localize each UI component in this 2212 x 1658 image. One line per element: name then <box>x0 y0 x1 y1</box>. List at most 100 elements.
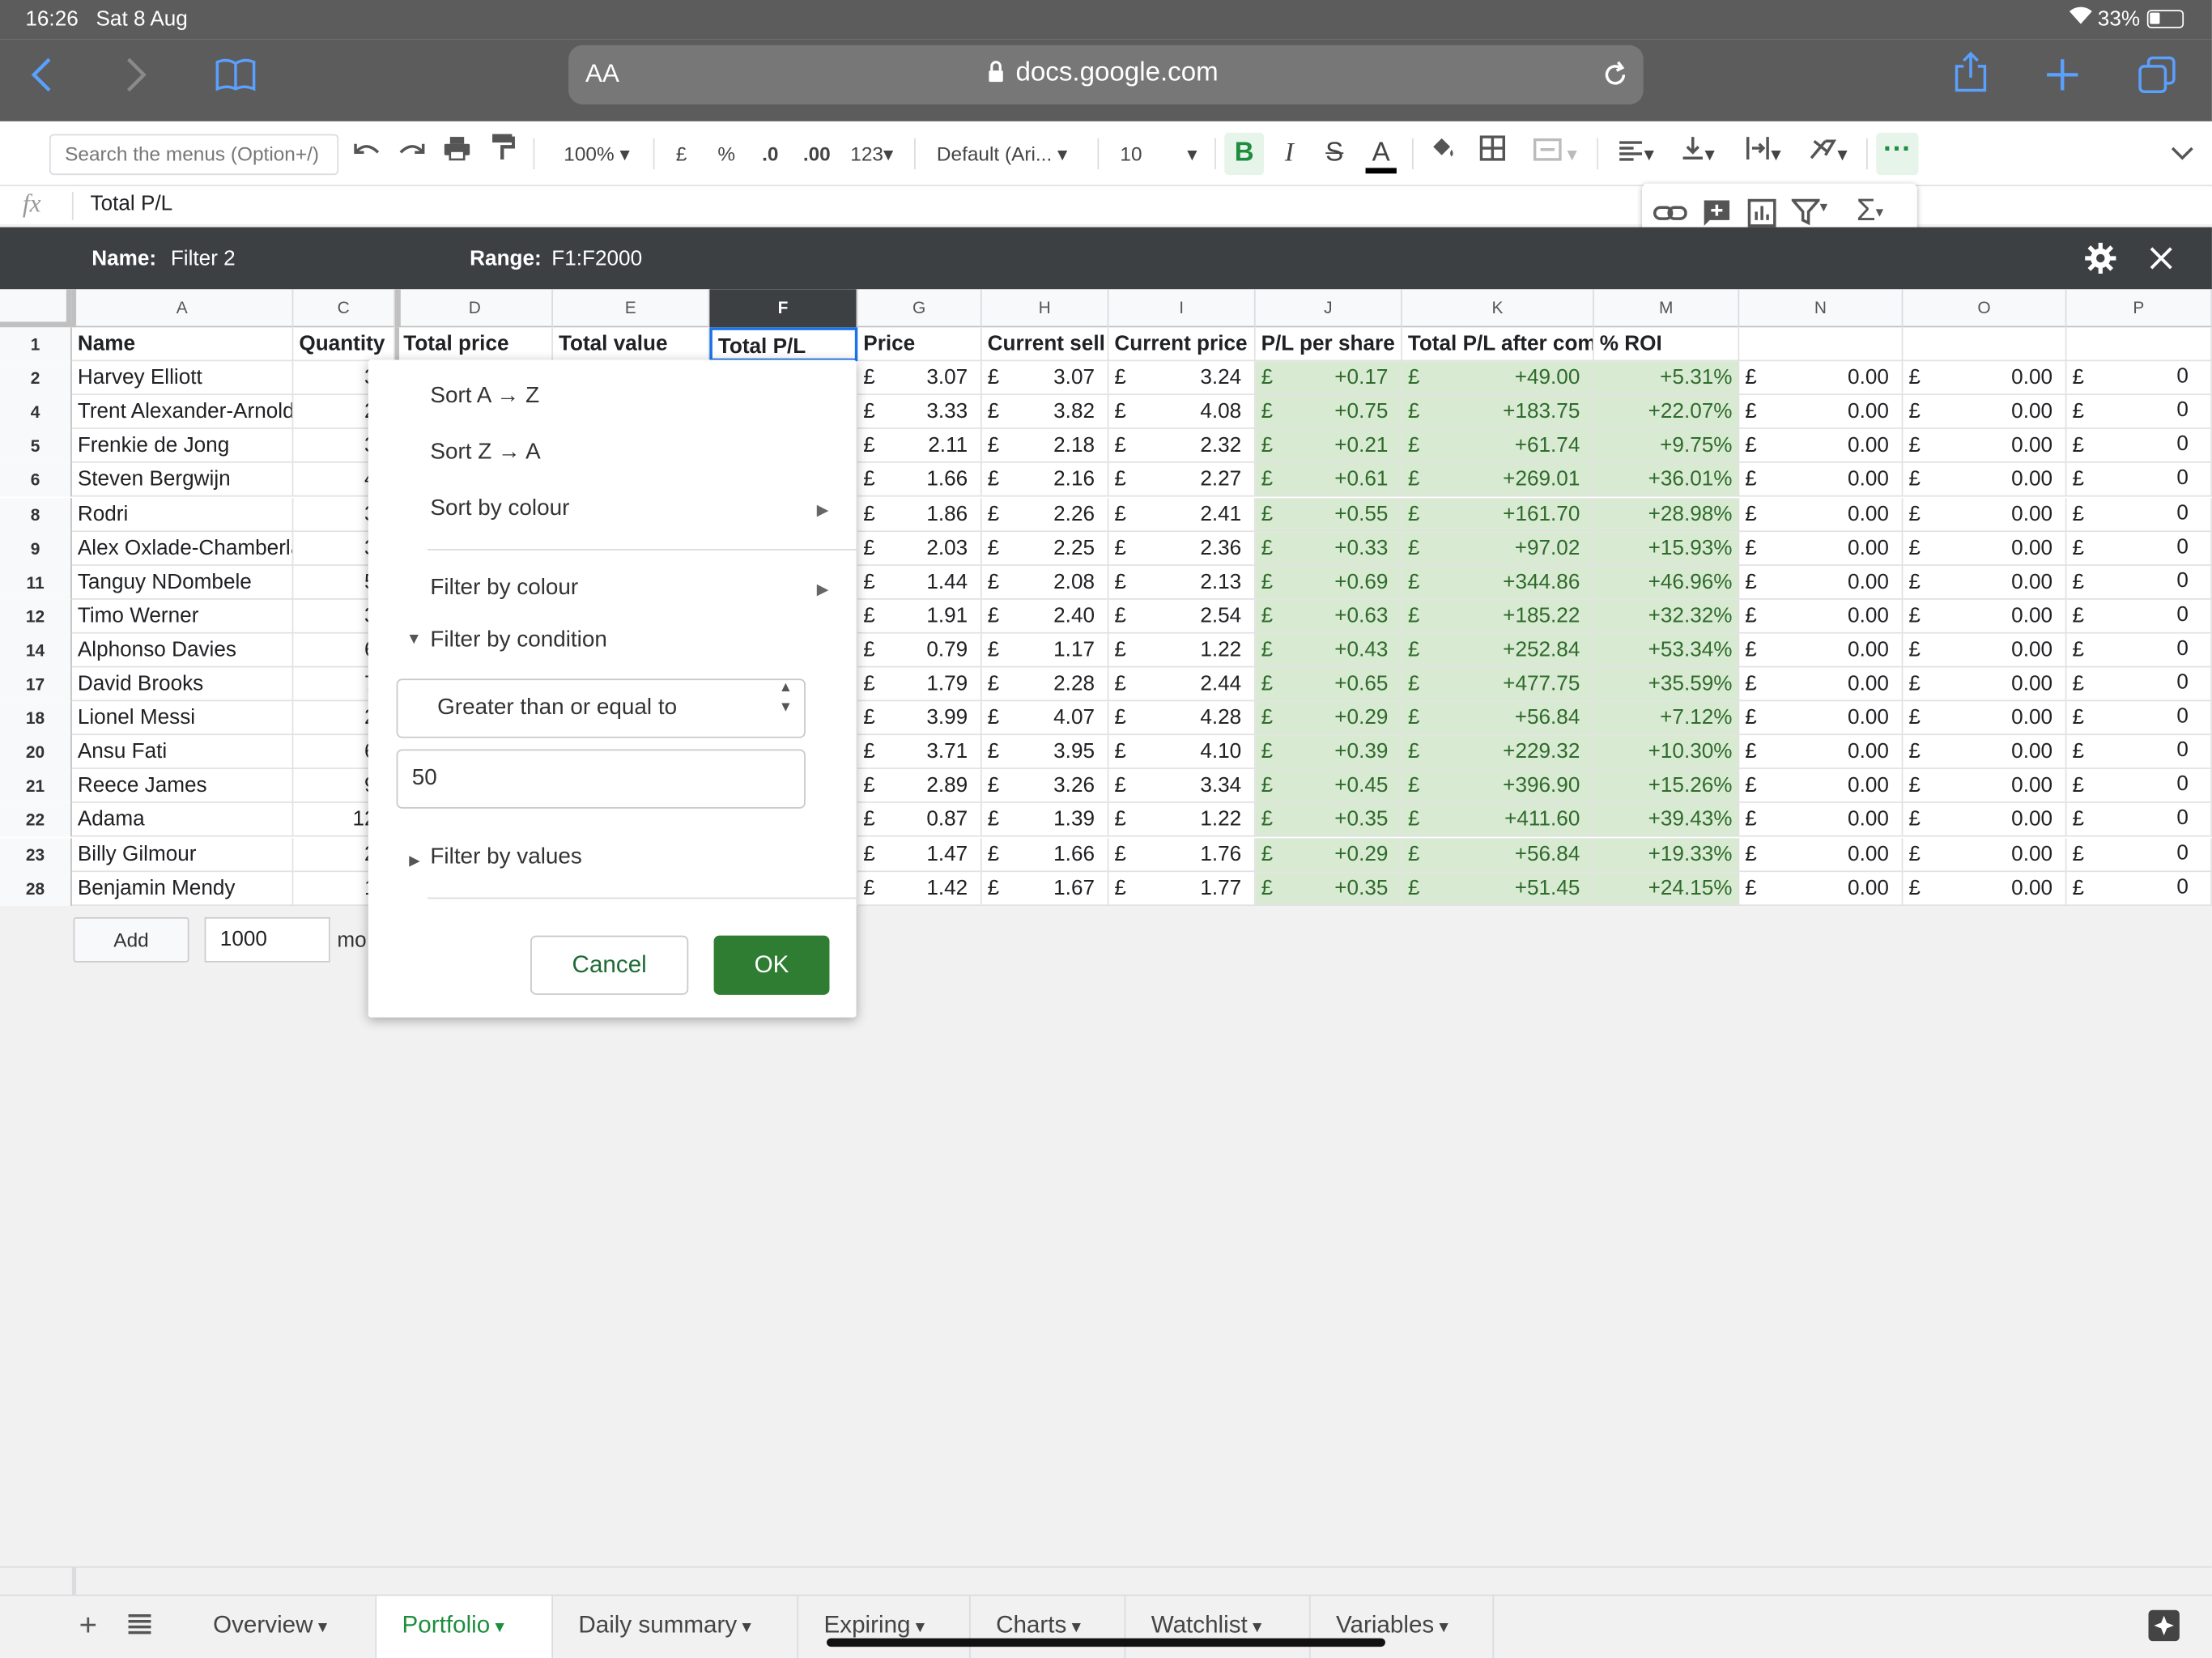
cell-current-price[interactable]: £2.27 <box>1108 462 1256 497</box>
header-cell-roi[interactable]: % ROI <box>1593 327 1740 362</box>
italic-button[interactable]: I <box>1273 121 1307 186</box>
cell-col-o[interactable]: £0.00 <box>1903 565 2067 600</box>
header-cell-total-value[interactable]: Total value <box>552 327 710 362</box>
chevron-down-icon[interactable]: ▾ <box>911 1616 925 1637</box>
cell-price[interactable]: £2.89 <box>857 768 982 803</box>
cell-col-o[interactable]: £0.00 <box>1903 701 2067 736</box>
cell-total-pl-after[interactable]: £ +183.75 <box>1402 395 1594 429</box>
header-cell-o[interactable] <box>1903 327 2067 362</box>
column-header-g[interactable]: G <box>857 289 982 328</box>
cell-pl-per-share[interactable]: £ +0.65 <box>1255 667 1402 702</box>
cell-current-sell[interactable]: £1.66 <box>981 838 1109 873</box>
row-header[interactable]: 9 <box>0 532 72 566</box>
cell-col-n[interactable]: £0.00 <box>1739 633 1904 668</box>
filter-by-values-toggle[interactable]: Filter by values <box>430 841 581 875</box>
collapse-toolbar-icon[interactable] <box>2165 121 2199 186</box>
cell-pl-per-share[interactable]: £ +0.39 <box>1255 735 1402 769</box>
cell-total-pl-after[interactable]: £ +51.45 <box>1402 872 1594 907</box>
filter-by-condition-toggle[interactable]: Filter by condition <box>430 623 606 657</box>
column-header-n[interactable]: N <box>1739 289 1904 328</box>
cell-current-price[interactable]: £1.77 <box>1108 872 1256 907</box>
filter-name-input[interactable]: Filter 2 <box>171 244 236 274</box>
cell-current-sell[interactable]: £3.95 <box>981 735 1109 769</box>
cell-roi[interactable]: +15.93% <box>1593 532 1740 566</box>
cell-player-name[interactable]: Rodri <box>71 498 294 533</box>
column-header-p[interactable]: P <box>2066 289 2212 328</box>
cell-current-sell[interactable]: £2.40 <box>981 599 1109 634</box>
cell-total-pl-after[interactable]: £ +411.60 <box>1402 802 1594 837</box>
cell-current-sell[interactable]: £2.25 <box>981 532 1109 566</box>
cell-current-sell[interactable]: £2.16 <box>981 462 1109 497</box>
row-header[interactable]: 22 <box>0 802 72 837</box>
sheet-tab-portfolio[interactable]: Portfolio ▾ <box>376 1596 553 1658</box>
sheet-tab-variables[interactable]: Variables ▾ <box>1311 1596 1495 1658</box>
paint-format-icon[interactable] <box>484 121 521 186</box>
ok-button[interactable]: OK <box>713 935 830 995</box>
cell-roi[interactable]: +15.26% <box>1593 768 1740 803</box>
row-header[interactable]: 18 <box>0 701 72 736</box>
settings-gear-icon[interactable] <box>2085 242 2116 279</box>
add-sheet-icon[interactable]: + <box>79 1607 97 1643</box>
cell-col-o[interactable]: £0.00 <box>1903 838 2067 873</box>
cell-pl-per-share[interactable]: £ +0.33 <box>1255 532 1402 566</box>
cell-col-o[interactable]: £0.00 <box>1903 395 2067 429</box>
cell-col-n[interactable]: £0.00 <box>1739 599 1904 634</box>
cell-current-sell[interactable]: £1.17 <box>981 633 1109 668</box>
cell-price[interactable]: £0.79 <box>857 633 982 668</box>
cell-pl-per-share[interactable]: £ +0.35 <box>1255 802 1402 837</box>
cell-current-sell[interactable]: £3.07 <box>981 361 1109 396</box>
cell-col-p[interactable]: £ <box>2066 802 2212 837</box>
cell-col-n[interactable]: £0.00 <box>1739 361 1904 396</box>
bold-button[interactable]: B <box>1224 132 1265 176</box>
header-cell-n[interactable] <box>1739 327 1904 362</box>
cell-roi[interactable]: +9.75% <box>1593 428 1740 463</box>
cell-roi[interactable]: +39.43% <box>1593 802 1740 837</box>
borders-icon[interactable] <box>1474 121 1511 186</box>
all-sheets-icon[interactable] <box>127 1613 152 1643</box>
cell-total-pl-after[interactable]: £ +61.74 <box>1402 428 1594 463</box>
bookmarks-icon[interactable] <box>205 40 267 110</box>
header-cell-price[interactable]: Price <box>857 327 982 362</box>
back-icon[interactable] <box>11 40 74 110</box>
cell-col-n[interactable]: £0.00 <box>1739 701 1904 736</box>
cell-player-name[interactable]: Lionel Messi <box>71 701 294 736</box>
cell-player-name[interactable]: Reece James <box>71 768 294 803</box>
more-options-icon[interactable]: ··· <box>1876 132 1919 176</box>
cell-col-n[interactable]: £0.00 <box>1739 565 1904 600</box>
cell-col-o[interactable]: £0.00 <box>1903 498 2067 533</box>
cell-col-n[interactable]: £0.00 <box>1739 802 1904 837</box>
text-wrap-icon[interactable]: ▾ <box>1735 121 1792 186</box>
cell-roi[interactable]: +7.12% <box>1593 701 1740 736</box>
cell-col-o[interactable]: £0.00 <box>1903 532 2067 566</box>
cell-total-pl-after[interactable]: £ +161.70 <box>1402 498 1594 533</box>
cell-player-name[interactable]: Harvey Elliott <box>71 361 294 396</box>
cell-col-p[interactable]: £ <box>2066 428 2212 463</box>
address-bar[interactable]: AA docs.google.com <box>568 45 1644 104</box>
cell-pl-per-share[interactable]: £ +0.63 <box>1255 599 1402 634</box>
sheet-tab-watchlist[interactable]: Watchlist ▾ <box>1125 1596 1311 1658</box>
row-header[interactable]: 11 <box>0 565 72 600</box>
cell-total-pl-after[interactable]: £ +396.90 <box>1402 768 1594 803</box>
cell-current-sell[interactable]: £3.26 <box>981 768 1109 803</box>
cell-player-name[interactable]: Frenkie de Jong <box>71 428 294 463</box>
cell-current-sell[interactable]: £1.67 <box>981 872 1109 907</box>
row-header[interactable]: 12 <box>0 599 72 634</box>
cell-roi[interactable]: +28.98% <box>1593 498 1740 533</box>
cell-price[interactable]: £2.11 <box>857 428 982 463</box>
row-header[interactable]: 20 <box>0 735 72 769</box>
select-all-corner[interactable] <box>0 289 72 328</box>
new-tab-icon[interactable] <box>2031 40 2094 110</box>
cell-current-price[interactable]: £1.22 <box>1108 802 1256 837</box>
cell-roi[interactable]: +53.34% <box>1593 633 1740 668</box>
column-header-o[interactable]: O <box>1903 289 2067 328</box>
cell-current-sell[interactable]: £4.07 <box>981 701 1109 736</box>
cell-total-pl-after[interactable]: £ +344.86 <box>1402 565 1594 600</box>
cell-current-price[interactable]: £1.22 <box>1108 633 1256 668</box>
cell-col-n[interactable]: £0.00 <box>1739 428 1904 463</box>
cell-current-price[interactable]: £4.10 <box>1108 735 1256 769</box>
cell-current-price[interactable]: £4.08 <box>1108 395 1256 429</box>
cell-current-price[interactable]: £1.76 <box>1108 838 1256 873</box>
cell-col-o[interactable]: £0.00 <box>1903 735 2067 769</box>
cell-current-price[interactable]: £4.28 <box>1108 701 1256 736</box>
add-rows-button[interactable]: Add <box>73 916 189 963</box>
